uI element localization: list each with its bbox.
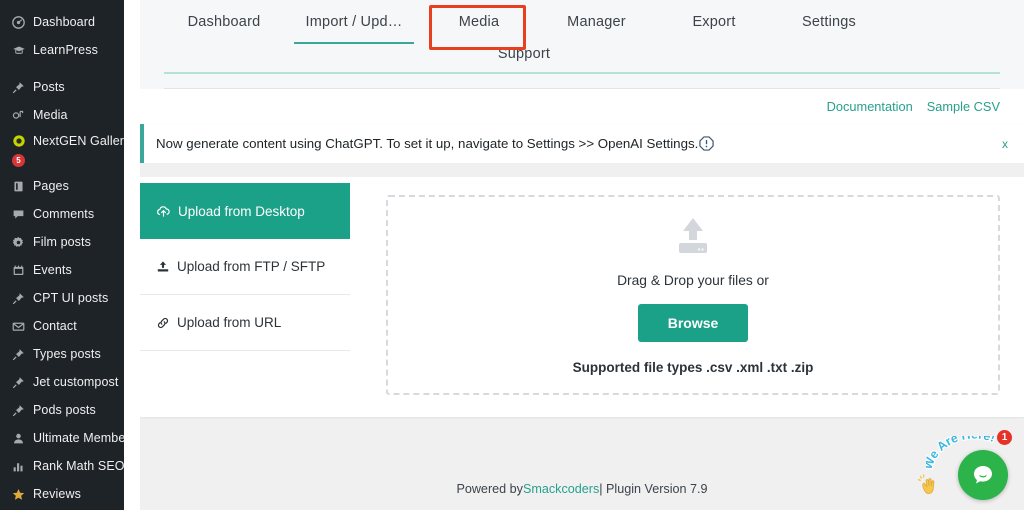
link-icon [156,316,170,330]
bar-chart-icon [9,460,28,473]
media-icon [9,109,28,122]
file-dropzone[interactable]: Drag & Drop your files or Browse Support… [386,195,1000,395]
upload-option-desktop[interactable]: Upload from Desktop [140,183,350,239]
cloud-upload-icon [156,204,171,219]
sidebar-item-label: Types posts [33,347,101,361]
nextgen-icon [9,134,28,148]
doc-links-row: Documentation Sample CSV [140,89,1024,124]
plugin-footer: Powered by Smackcoders | Plugin Version … [140,468,1024,510]
sidebar-item-label: CPT UI posts [33,291,108,305]
supported-file-types: Supported file types .csv .xml .txt .zip [573,360,814,375]
upload-option-label: Upload from Desktop [178,204,305,219]
tab-media[interactable]: Media [424,2,534,44]
sidebar-item-label: Rank Math SEO [33,459,124,473]
sidebar-item-pods-posts[interactable]: Pods posts [0,396,124,424]
sidebar-item-jet-custompost[interactable]: Jet custompost [0,368,124,396]
user-icon [9,432,28,445]
sidebar-item-label: Ultimate Member [33,431,124,445]
admin-sidebar: Dashboard LearnPress Posts Media N [0,0,124,510]
tab-export[interactable]: Export [659,2,769,44]
sidebar-item-types-posts[interactable]: Types posts [0,340,124,368]
sidebar-item-dashboard[interactable]: Dashboard [0,8,124,36]
graduation-cap-icon [9,44,28,57]
comment-icon [9,208,28,221]
sidebar-item-label: Media [33,108,68,122]
sidebar-item-label: Contact [33,319,77,333]
main-content: Dashboard Import / Upd… Media Manager Ex… [140,0,1024,510]
sample-csv-link[interactable]: Sample CSV [927,99,1000,114]
sidebar-item-label: Reviews [33,487,81,501]
envelope-icon [9,320,28,333]
upload-tray-icon [670,216,716,263]
sidebar-item-label: Dashboard [33,15,95,29]
plugin-nav: Dashboard Import / Upd… Media Manager Ex… [140,0,1024,89]
sidebar-item-nextgen-gallery[interactable]: NextGEN Gallery 5 [0,129,124,172]
upload-source-list: Upload from Desktop Upload from FTP / SF… [140,177,350,417]
nav-underline [164,72,1000,74]
chat-launcher-button[interactable] [958,450,1008,500]
sidebar-item-label: LearnPress [33,43,98,57]
import-content-area: Upload from Desktop Upload from FTP / SF… [140,163,1024,510]
chat-bubble-icon [970,462,996,488]
sidebar-item-ultimate-member[interactable]: Ultimate Member [0,424,124,452]
banner-text: Now generate content using ChatGPT. To s… [156,136,698,151]
sidebar-item-media[interactable]: Media [0,101,124,129]
pin-icon [9,376,28,389]
sidebar-item-learnpress[interactable]: LearnPress [0,36,124,64]
chat-unread-badge[interactable]: 1 [995,428,1014,447]
upload-option-url[interactable]: Upload from URL [140,295,350,351]
smackcoders-link[interactable]: Smackcoders [523,482,599,496]
sidebar-item-label: Jet custompost [33,375,118,389]
sidebar-item-label: Events [33,263,72,277]
sidebar-item-label: NextGEN Gallery [33,134,124,148]
tab-settings[interactable]: Settings [769,2,889,44]
sidebar-divider [0,64,124,73]
calendar-icon [9,264,28,277]
sidebar-item-pages[interactable]: Pages [0,172,124,200]
footer-suffix: | Plugin Version 7.9 [599,482,707,496]
gear-icon [9,236,28,249]
pin-icon [9,404,28,417]
tab-dashboard[interactable]: Dashboard [164,2,284,44]
tab-support[interactable]: Support [454,44,594,74]
pages-icon [9,180,28,193]
upload-option-ftp-sftp[interactable]: Upload from FTP / SFTP [140,239,350,295]
sidebar-item-label: Pages [33,179,69,193]
upload-arrow-icon [156,260,170,274]
sidebar-item-film-posts[interactable]: Film posts [0,228,124,256]
sidebar-item-posts[interactable]: Posts [0,73,124,101]
plugin-tab-list: Dashboard Import / Upd… Media Manager Ex… [140,2,1024,74]
banner-dismiss-button[interactable]: x [1002,137,1008,151]
star-icon [9,488,28,501]
warning-octagon-icon [699,136,714,151]
admin-screen: Dashboard LearnPress Posts Media N [0,0,1024,510]
upload-option-label: Upload from URL [177,315,281,330]
dashboard-icon [9,16,28,29]
sidebar-item-comments[interactable]: Comments [0,200,124,228]
footer-prefix: Powered by [456,482,523,496]
pin-icon [9,81,28,94]
sidebar-item-reviews[interactable]: Reviews [0,480,124,508]
dropzone-instruction: Drag & Drop your files or [617,273,769,288]
pin-icon [9,292,28,305]
browse-button[interactable]: Browse [638,304,749,342]
tab-manager[interactable]: Manager [534,2,659,44]
pin-icon [9,348,28,361]
sidebar-item-label: Film posts [33,235,91,249]
upload-option-label: Upload from FTP / SFTP [177,259,325,274]
documentation-link[interactable]: Documentation [827,99,913,114]
sidebar-item-events[interactable]: Events [0,256,124,284]
sidebar-item-label: Comments [33,207,94,221]
sidebar-item-label: Posts [33,80,65,94]
sidebar-item-rank-math-seo[interactable]: Rank Math SEO [0,452,124,480]
sidebar-item-label: Pods posts [33,403,96,417]
chatgpt-notice-banner: Now generate content using ChatGPT. To s… [140,124,1024,163]
nav-bottom-border [164,88,1000,89]
sidebar-item-contact[interactable]: Contact [0,312,124,340]
tab-import-update[interactable]: Import / Upd… [284,2,424,44]
sidebar-item-cpt-ui-posts[interactable]: CPT UI posts [0,284,124,312]
sidebar-content-gap [124,0,140,510]
upload-card: Upload from Desktop Upload from FTP / SF… [140,177,1024,417]
sidebar-badge-count: 5 [12,154,25,167]
